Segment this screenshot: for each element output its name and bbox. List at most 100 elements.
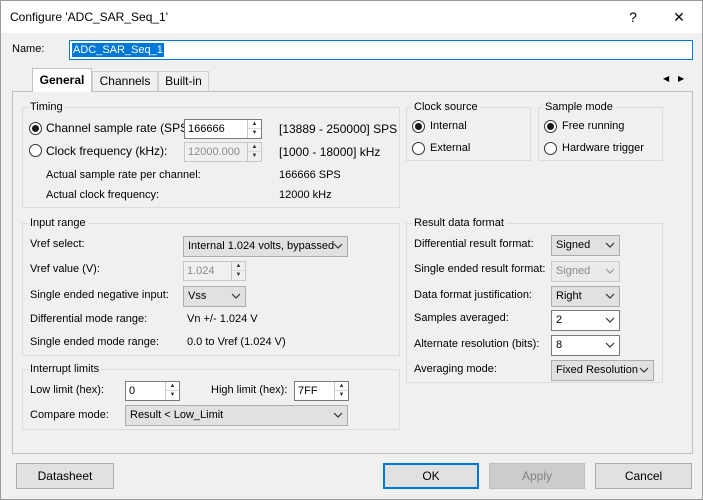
alt-res-value: 8 xyxy=(556,339,563,351)
datasheet-button[interactable]: Datasheet xyxy=(16,463,114,489)
compare-mode-dropdown[interactable]: Result < Low_Limit xyxy=(125,405,348,426)
hardware-trigger-label: Hardware trigger xyxy=(562,142,644,154)
clock-freq-spinner[interactable]: ▲ ▼ xyxy=(247,143,261,161)
ok-label: OK xyxy=(422,469,440,483)
spin-up-icon[interactable]: ▲ xyxy=(248,120,261,129)
se-format-value: Signed xyxy=(556,265,591,277)
vref-value-value: 1.024 xyxy=(187,265,215,277)
compare-mode-value: Result < Low_Limit xyxy=(130,409,224,421)
clock-external-radio[interactable] xyxy=(412,142,425,155)
avg-mode-dropdown[interactable]: Fixed Resolution xyxy=(551,360,654,381)
vref-value-input[interactable]: 1.024 ▲ ▼ xyxy=(183,261,246,281)
clock-freq-label: Clock frequency (kHz): xyxy=(46,144,168,158)
vref-select-dropdown[interactable]: Internal 1.024 volts, bypassed xyxy=(183,236,348,257)
avg-mode-value: Fixed Resolution xyxy=(556,364,638,376)
high-limit-label: High limit (hex): xyxy=(211,384,288,396)
samples-avg-label: Samples averaged: xyxy=(414,312,509,324)
diff-format-value: Signed xyxy=(556,239,591,251)
chevron-down-icon xyxy=(333,412,343,418)
spin-down-icon[interactable]: ▼ xyxy=(166,391,179,400)
sample-mode-title: Sample mode xyxy=(543,101,615,113)
configure-dialog: Configure 'ADC_SAR_Seq_1' ? ✕ Name: ADC_… xyxy=(0,0,703,500)
clock-internal-radio[interactable] xyxy=(412,120,425,133)
spin-up-icon[interactable]: ▲ xyxy=(335,382,348,391)
vref-select-value: Internal 1.024 volts, bypassed xyxy=(188,240,335,252)
vref-select-label: Vref select: xyxy=(30,238,85,250)
high-limit-input[interactable]: 7FF ▲ ▼ xyxy=(294,381,349,401)
low-limit-input[interactable]: 0 ▲ ▼ xyxy=(125,381,180,401)
high-limit-value: 7FF xyxy=(298,385,318,397)
sample-rate-radio[interactable] xyxy=(29,122,42,135)
free-running-label: Free running xyxy=(562,120,625,132)
ok-button[interactable]: OK xyxy=(383,463,479,489)
chevron-down-icon xyxy=(605,268,615,274)
neg-input-label: Single ended negative input: xyxy=(30,289,169,301)
spin-up-icon[interactable]: ▲ xyxy=(248,143,261,152)
spin-up-icon[interactable]: ▲ xyxy=(166,382,179,391)
chevron-down-icon xyxy=(639,367,649,373)
spin-down-icon[interactable]: ▼ xyxy=(248,129,261,138)
diff-range-label: Differential mode range: xyxy=(30,313,148,325)
timing-title: Timing xyxy=(28,101,65,113)
compare-mode-label: Compare mode: xyxy=(30,409,109,421)
clock-freq-value: 12000.000 xyxy=(188,146,240,158)
se-format-label: Single ended result format: xyxy=(414,263,546,275)
se-range-label: Single ended mode range: xyxy=(30,336,160,348)
clock-source-title: Clock source xyxy=(412,101,480,113)
apply-label: Apply xyxy=(521,469,553,483)
sample-rate-range: [13889 - 250000] SPS xyxy=(279,122,398,136)
chevron-down-icon xyxy=(605,293,615,299)
chevron-down-icon xyxy=(605,342,615,348)
spin-down-icon[interactable]: ▼ xyxy=(248,152,261,161)
sample-rate-value: 166666 xyxy=(188,123,225,135)
se-range-value: 0.0 to Vref (1.024 V) xyxy=(187,336,286,348)
chevron-down-icon xyxy=(231,293,241,299)
clock-freq-range: [1000 - 18000] kHz xyxy=(279,145,381,159)
samples-avg-value: 2 xyxy=(556,314,563,326)
justification-label: Data format justification: xyxy=(414,289,532,301)
chevron-down-icon xyxy=(605,242,615,248)
low-limit-spinner[interactable]: ▲ ▼ xyxy=(165,382,179,400)
free-running-radio[interactable] xyxy=(544,120,557,133)
vref-value-spinner[interactable]: ▲ ▼ xyxy=(231,262,245,280)
actual-clock-label: Actual clock frequency: xyxy=(46,189,160,201)
neg-input-dropdown[interactable]: Vss xyxy=(183,286,246,307)
spin-down-icon[interactable]: ▼ xyxy=(232,271,245,280)
alt-res-label: Alternate resolution (bits): xyxy=(414,338,540,350)
clock-freq-radio[interactable] xyxy=(29,144,42,157)
neg-input-value: Vss xyxy=(188,290,207,302)
spin-down-icon[interactable]: ▼ xyxy=(335,391,348,400)
se-format-dropdown[interactable]: Signed xyxy=(551,261,620,282)
sample-rate-input[interactable]: 166666 ▲ ▼ xyxy=(184,119,262,139)
alt-res-dropdown[interactable]: 8 xyxy=(551,335,620,356)
general-content: Timing Channel sample rate (SPS): 166666… xyxy=(1,1,702,499)
diff-format-dropdown[interactable]: Signed xyxy=(551,235,620,256)
high-limit-spinner[interactable]: ▲ ▼ xyxy=(334,382,348,400)
input-range-title: Input range xyxy=(28,217,88,229)
cancel-button[interactable]: Cancel xyxy=(595,463,692,489)
diff-format-label: Differential result format: xyxy=(414,238,534,250)
justification-dropdown[interactable]: Right xyxy=(551,286,620,307)
clock-internal-label: Internal xyxy=(430,120,467,132)
clock-freq-input[interactable]: 12000.000 ▲ ▼ xyxy=(184,142,262,162)
diff-range-value: Vn +/- 1.024 V xyxy=(187,313,258,325)
justification-value: Right xyxy=(556,290,582,302)
chevron-down-icon xyxy=(605,317,615,323)
sample-rate-spinner[interactable]: ▲ ▼ xyxy=(247,120,261,138)
actual-rate-label: Actual sample rate per channel: xyxy=(46,169,201,181)
avg-mode-label: Averaging mode: xyxy=(414,363,497,375)
sample-rate-label: Channel sample rate (SPS): xyxy=(46,121,196,135)
result-format-title: Result data format xyxy=(412,217,506,229)
clock-external-label: External xyxy=(430,142,471,154)
apply-button[interactable]: Apply xyxy=(489,463,585,489)
samples-avg-dropdown[interactable]: 2 xyxy=(551,310,620,331)
spin-up-icon[interactable]: ▲ xyxy=(232,262,245,271)
low-limit-label: Low limit (hex): xyxy=(30,384,104,396)
interrupt-title: Interrupt limits xyxy=(28,363,102,375)
low-limit-value: 0 xyxy=(129,385,136,397)
cancel-label: Cancel xyxy=(624,469,663,483)
hardware-trigger-radio[interactable] xyxy=(544,142,557,155)
vref-value-label: Vref value (V): xyxy=(30,263,100,275)
datasheet-label: Datasheet xyxy=(37,469,93,483)
chevron-down-icon xyxy=(333,243,343,249)
